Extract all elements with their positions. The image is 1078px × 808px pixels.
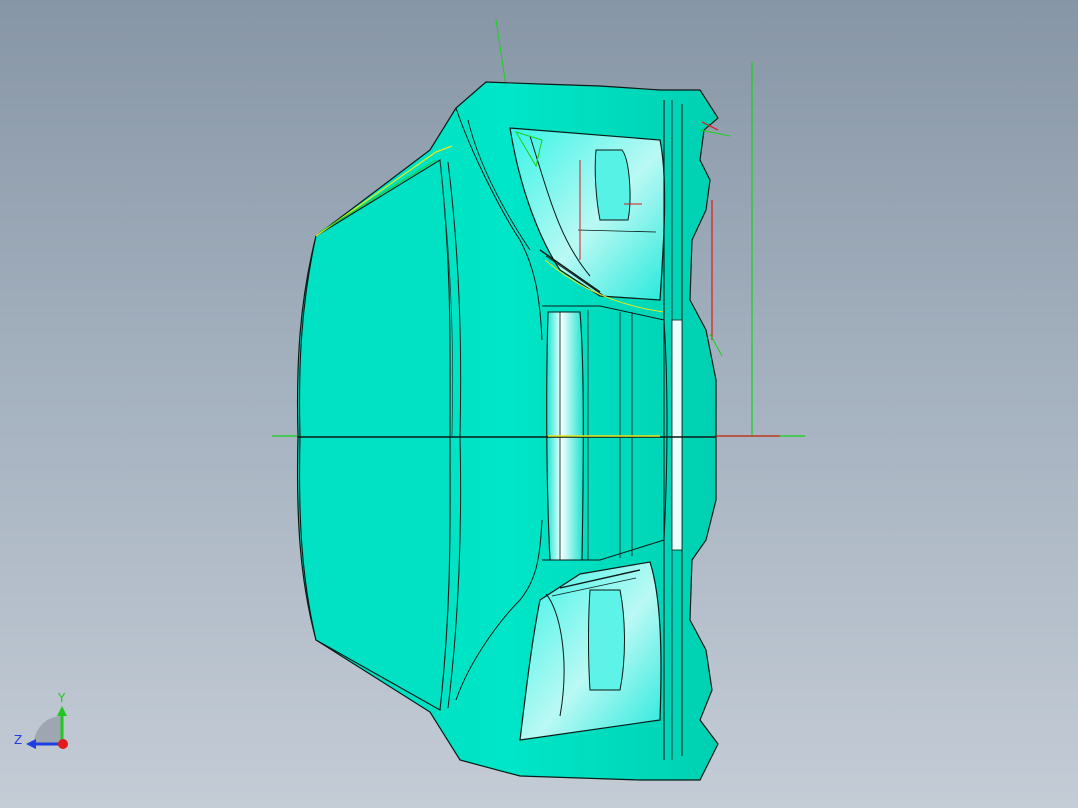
car-body[interactable]	[296, 81, 719, 781]
orientation-triad[interactable]: Y Z	[14, 691, 68, 749]
triad-x-axis-dot	[58, 739, 68, 749]
triad-quarter-disc	[34, 716, 62, 744]
graphics-viewport[interactable]: Y Z	[0, 0, 1078, 808]
front-fascia	[298, 159, 451, 711]
triad-y-label: Y	[57, 691, 66, 705]
triad-z-label: Z	[14, 733, 22, 747]
model-canvas[interactable]: Y Z	[0, 0, 1078, 808]
